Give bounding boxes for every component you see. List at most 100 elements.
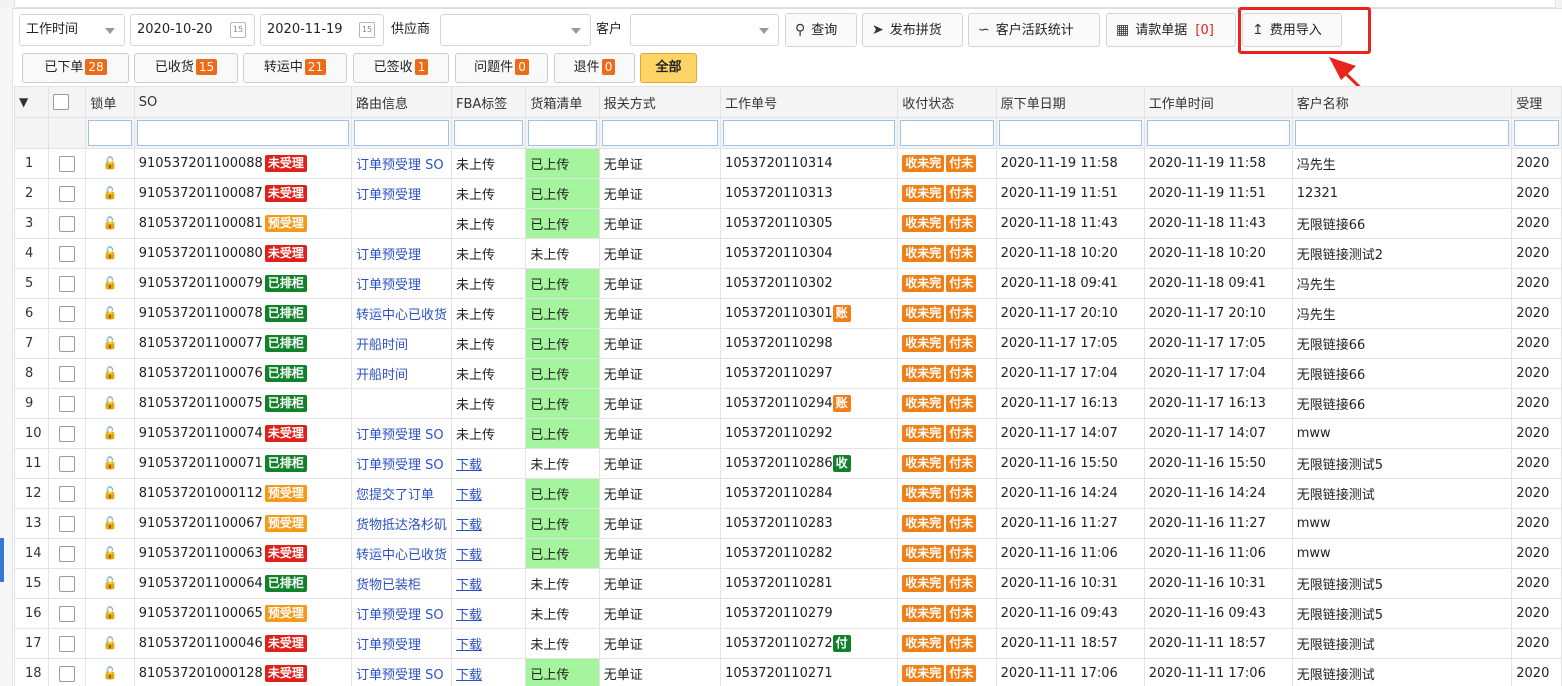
- select-all-checkbox[interactable]: [52, 94, 69, 110]
- unlock-icon[interactable]: 🔓: [103, 366, 118, 380]
- table-row[interactable]: 18 🔓 810537201000128 未受理 订单预受理 SO 下载 已上传 无单证 105…: [14, 658, 1562, 686]
- fba-download-link[interactable]: 下载: [456, 638, 482, 653]
- table-row[interactable]: 1 🔓 910537201100088 未受理 订单预受理 SO 未上传 已上传 无单证 105…: [14, 148, 1562, 179]
- table-row[interactable]: 3 🔓 810537201100081 预受理 未上传 已上传 无单证 10537201103…: [14, 208, 1562, 239]
- route-link[interactable]: 您提交了订单: [356, 488, 434, 503]
- route-cell[interactable]: 订单预受理: [350, 268, 452, 299]
- row-checkbox[interactable]: [59, 425, 76, 442]
- route-cell[interactable]: 开船时间: [350, 328, 452, 359]
- table-row[interactable]: 4 🔓 910537201100080 未受理 订单预受理 未上传 未上传 无单证 105372…: [14, 238, 1562, 269]
- status-tab[interactable]: 退件 0: [554, 53, 635, 83]
- filter-input[interactable]: [453, 120, 524, 146]
- fba-label-cell[interactable]: 下载: [450, 568, 527, 599]
- route-cell[interactable]: 订单预受理 SO: [350, 418, 452, 449]
- fba-label-cell[interactable]: 下载: [450, 478, 527, 509]
- column-header[interactable]: 原下单日期: [995, 86, 1145, 118]
- work-order-cell[interactable]: 1053720110305: [720, 208, 899, 239]
- column-header[interactable]: 收付状态: [897, 86, 997, 118]
- unlock-icon[interactable]: 🔓: [103, 636, 118, 650]
- work-order-cell[interactable]: 1053720110282: [720, 538, 899, 569]
- filter-cell[interactable]: [450, 117, 527, 149]
- column-header[interactable]: 工作单时间: [1143, 86, 1293, 118]
- work-order-cell[interactable]: 1053720110283: [720, 508, 899, 539]
- row-checkbox[interactable]: [59, 335, 76, 352]
- row-select-cell[interactable]: [47, 388, 87, 419]
- route-link[interactable]: 订单预受理: [356, 188, 421, 203]
- filter-input[interactable]: [1514, 120, 1559, 146]
- fba-label-cell[interactable]: 下载: [450, 598, 527, 629]
- filter-input[interactable]: [88, 120, 132, 146]
- lock-cell[interactable]: 🔓: [85, 478, 135, 509]
- route-cell[interactable]: 转运中心已收货: [350, 538, 452, 569]
- row-select-cell[interactable]: [47, 538, 87, 569]
- route-link[interactable]: 订单预受理 SO: [356, 668, 444, 683]
- route-cell[interactable]: 订单预受理: [350, 238, 452, 269]
- invoice-documents-button[interactable]: ▦ 请款单据 [0]: [1106, 13, 1236, 47]
- fba-label-cell[interactable]: 下载: [450, 658, 527, 686]
- unlock-icon[interactable]: 🔓: [103, 456, 118, 470]
- filter-input[interactable]: [1146, 120, 1290, 146]
- unlock-icon[interactable]: 🔓: [103, 156, 118, 170]
- filter-cell[interactable]: [525, 117, 600, 149]
- so-cell[interactable]: 910537201100080 未受理: [133, 238, 352, 269]
- row-select-cell[interactable]: [47, 178, 87, 209]
- fba-download-link[interactable]: 下载: [456, 608, 482, 623]
- route-link[interactable]: 订单预受理: [356, 248, 421, 263]
- fba-download-link[interactable]: 下载: [456, 458, 482, 473]
- work-order-cell[interactable]: 1053720110271: [720, 658, 899, 686]
- route-link[interactable]: 开船时间: [356, 338, 408, 353]
- column-header[interactable]: 报关方式: [598, 86, 722, 118]
- fba-download-link[interactable]: 下载: [456, 488, 482, 503]
- route-link[interactable]: 货物抵达洛杉矶: [356, 518, 447, 533]
- lock-cell[interactable]: 🔓: [85, 298, 135, 329]
- table-row[interactable]: 5 🔓 910537201100079 已排柜 订单预受理 未上传 已上传 无单证 105372…: [14, 268, 1562, 299]
- route-cell[interactable]: 货物已装柜: [350, 568, 452, 599]
- lock-cell[interactable]: 🔓: [85, 148, 135, 179]
- lock-cell[interactable]: 🔓: [85, 238, 135, 269]
- filter-input[interactable]: [528, 120, 597, 146]
- date-from-input[interactable]: 2020-10-20 15: [130, 14, 255, 46]
- row-checkbox[interactable]: [59, 575, 76, 592]
- row-select-cell[interactable]: [47, 298, 87, 329]
- unlock-icon[interactable]: 🔓: [103, 426, 118, 440]
- status-tab[interactable]: 已下单 28: [22, 53, 129, 83]
- fba-label-cell[interactable]: 下载: [450, 508, 527, 539]
- row-checkbox[interactable]: [59, 515, 76, 532]
- so-cell[interactable]: 810537201100076 已排柜: [133, 358, 352, 389]
- column-header[interactable]: 工作单号: [720, 86, 899, 118]
- table-row[interactable]: 7 🔓 810537201100077 已排柜 开船时间 未上传 已上传 无单证 1053720…: [14, 328, 1562, 359]
- table-row[interactable]: 13 🔓 910537201100067 预受理 货物抵达洛杉矶 下载 已上传 无单证 1053…: [14, 508, 1562, 539]
- so-cell[interactable]: 910537201100088 未受理: [133, 148, 352, 179]
- so-cell[interactable]: 910537201100063 未受理: [133, 538, 352, 569]
- lock-cell[interactable]: 🔓: [85, 598, 135, 629]
- row-checkbox[interactable]: [59, 455, 76, 472]
- row-select-cell[interactable]: [47, 328, 87, 359]
- unlock-icon[interactable]: 🔓: [103, 546, 118, 560]
- filter-toggle[interactable]: ▼: [14, 86, 49, 118]
- table-row[interactable]: 17 🔓 810537201100046 未受理 订单预受理 下载 未上传 无单证 105372…: [14, 628, 1562, 659]
- route-cell[interactable]: 转运中心已收货: [350, 298, 452, 329]
- filter-input[interactable]: [998, 120, 1142, 146]
- so-cell[interactable]: 910537201100079 已排柜: [133, 268, 352, 299]
- so-cell[interactable]: 910537201100087 未受理: [133, 178, 352, 209]
- unlock-icon[interactable]: 🔓: [103, 336, 118, 350]
- work-order-cell[interactable]: 1053720110302: [720, 268, 899, 299]
- row-select-cell[interactable]: [47, 418, 87, 449]
- row-checkbox[interactable]: [59, 215, 76, 232]
- work-order-cell[interactable]: 1053720110294 账: [720, 388, 899, 419]
- filter-cell[interactable]: [598, 117, 722, 149]
- work-order-cell[interactable]: 1053720110301 账: [720, 298, 899, 329]
- so-cell[interactable]: 810537201100075 已排柜: [133, 388, 352, 419]
- column-header[interactable]: SO: [133, 86, 352, 118]
- work-order-cell[interactable]: 1053720110279: [720, 598, 899, 629]
- table-row[interactable]: 15 🔓 910537201100064 已排柜 货物已装柜 下载 未上传 无单证 105372…: [14, 568, 1562, 599]
- route-cell[interactable]: 您提交了订单: [350, 478, 452, 509]
- lock-cell[interactable]: 🔓: [85, 508, 135, 539]
- calendar-icon[interactable]: 15: [359, 22, 375, 38]
- row-checkbox[interactable]: [59, 155, 76, 172]
- filter-input[interactable]: [1294, 120, 1510, 146]
- status-tab[interactable]: 全部: [640, 53, 697, 83]
- route-link[interactable]: 转运中心已收货: [356, 308, 447, 323]
- filter-cell[interactable]: [1291, 117, 1513, 149]
- row-checkbox[interactable]: [59, 545, 76, 562]
